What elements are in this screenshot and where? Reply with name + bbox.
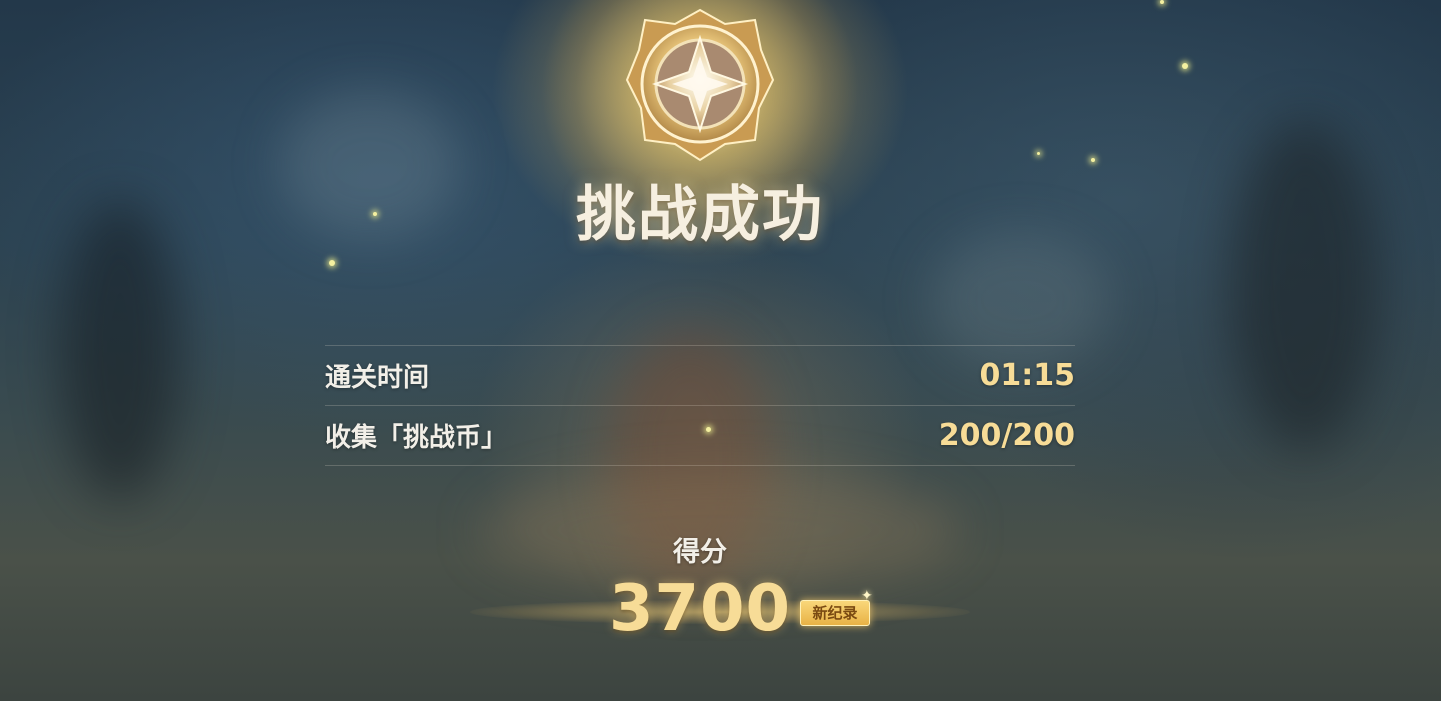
stat-value: 01:15 [979,358,1076,393]
sparkle-particle [329,260,335,266]
sparkle-star-icon: ✦ [861,588,873,604]
star-compass-medal-icon [625,8,775,162]
score-label: 得分 [673,537,727,568]
sparkle-particle [1091,158,1095,162]
sparkle-particle [1182,63,1188,69]
stat-label: 通关时间 [325,363,430,393]
background-blur-tree-left [280,90,460,240]
star-compass-medal-icon [625,8,775,163]
stat-row-clear-time: 通关时间 01:15 [325,345,1075,405]
background-blur-left [60,200,180,500]
new-record-badge: 新纪录 [800,600,870,626]
challenge-result-screen[interactable]: 挑战成功 通关时间 01:15 收集「挑战币」 200/200 得分 3700 … [0,0,1441,701]
stat-row-coins-collected: 收集「挑战币」 200/200 [325,405,1075,466]
sparkle-particle [1160,0,1164,4]
sparkle-particle [1037,152,1040,155]
stat-value: 200/200 [938,418,1075,453]
result-title: 挑战成功 [576,180,824,250]
background-blur-right [1230,120,1380,450]
score-value: 3700 [608,572,792,646]
sparkle-particle [373,212,377,216]
stat-label: 收集「挑战币」 [325,423,508,453]
stats-table: 通关时间 01:15 收集「挑战币」 200/200 [325,345,1075,466]
